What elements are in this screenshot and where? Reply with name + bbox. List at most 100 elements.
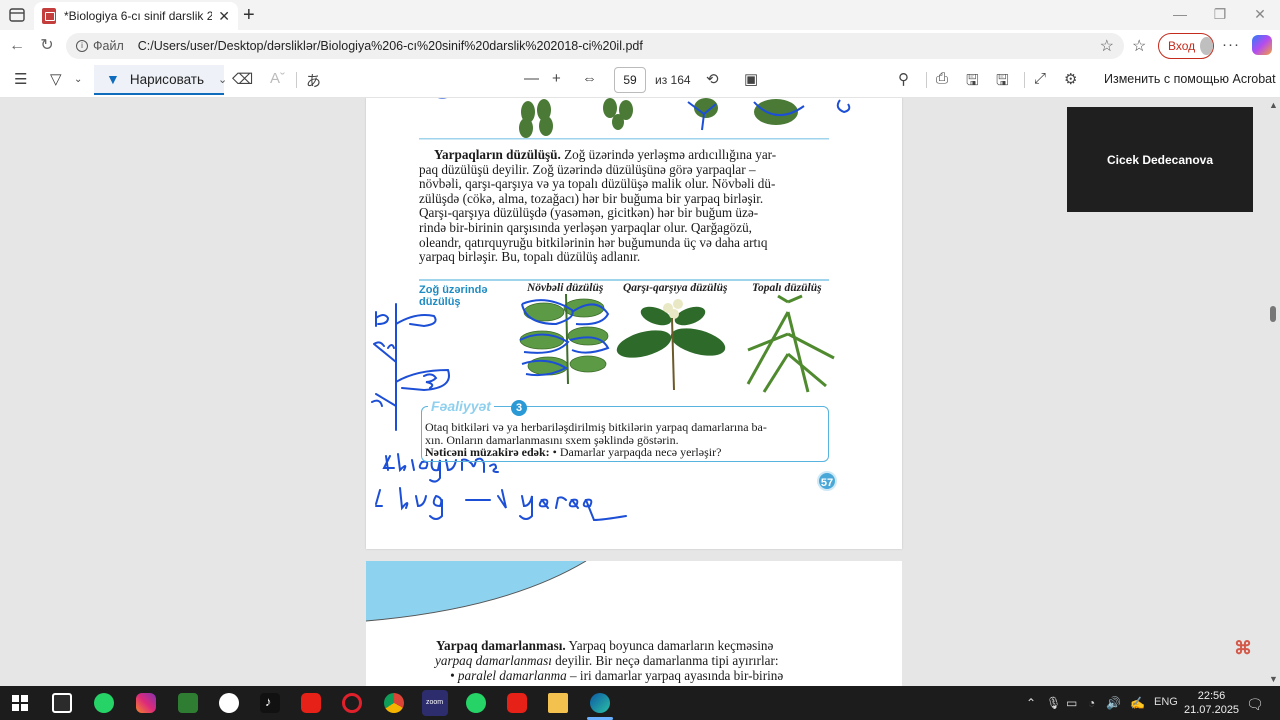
more-options-icon[interactable]: ··· [1222, 36, 1240, 53]
site-info[interactable]: i Файл [76, 39, 124, 53]
scroll-down-icon[interactable]: ▼ [1269, 674, 1278, 684]
camera-app-icon[interactable] [178, 693, 198, 713]
para-line: Qarşı-qarşıya düzülüşdə (yasəmən, gicitk… [419, 205, 759, 221]
copilot-icon[interactable] [1252, 35, 1272, 55]
favorites-icon[interactable]: ☆ [1132, 36, 1146, 56]
wifi-icon[interactable]: ◔ [1088, 696, 1095, 710]
text-icon[interactable]: Aˇ [270, 70, 285, 87]
taskbar: ♪ zoom ⌃ 🎙 ▭ ◔ 🔊 ✍ ENG 22:56 21.07.2025 … [0, 686, 1280, 720]
pen-input-icon[interactable]: ✍ [1130, 696, 1145, 710]
fullscreen-icon[interactable]: ⤢ [1034, 70, 1046, 87]
tray-chevron-icon[interactable]: ⌃ [1026, 696, 1036, 710]
whatsapp-icon[interactable] [94, 693, 114, 713]
url-field[interactable]: i Файл C:/Users/user/Desktop/dərsliklər/… [66, 33, 1124, 59]
search-icon[interactable]: ⚲ [898, 70, 909, 88]
read-aloud-icon[interactable]: あ [306, 70, 321, 91]
close-window-icon[interactable]: ✕ [1240, 0, 1280, 30]
video-participant-tile[interactable]: Cicek Dedecanova [1067, 107, 1253, 212]
divider [296, 72, 297, 88]
opera-icon[interactable] [342, 693, 362, 713]
eraser-icon[interactable]: ⌫ [232, 70, 253, 88]
favorite-star-icon[interactable]: ☆ [1100, 36, 1114, 56]
save-icon[interactable]: 🖫 [966, 70, 979, 95]
clock[interactable]: 22:56 21.07.2025 [1184, 689, 1239, 717]
page2-italic: • paralel damarlanma [450, 668, 567, 683]
acrobat-float-icon[interactable]: ⌘ [1234, 638, 1254, 658]
login-label: Вход [1168, 39, 1196, 53]
print-icon[interactable]: ⎙ [936, 70, 948, 87]
fit-width-icon[interactable]: ⇔ [582, 70, 597, 87]
zoom-in-icon[interactable]: + [552, 70, 561, 87]
url-text: C:/Users/user/Desktop/dərsliklər/Biologi… [137, 39, 643, 53]
para-line: yarpaq birləşir. Bu, topalı düzülüş adla… [419, 249, 641, 265]
page2-text: Yarpaq boyunca damarların keçməsinə [568, 638, 774, 653]
settings-gear-icon[interactable]: ⚙ [1064, 70, 1077, 88]
divider [926, 72, 927, 88]
tab-title: *Biologiya 6-cı sinif darslik 2018-c [64, 9, 213, 23]
page2-line: Yarpaq damarlanması. Yarpaq boyunca dama… [436, 638, 886, 654]
acrobat-edit-button[interactable]: Изменить с помощью Acrobat [1104, 72, 1276, 86]
language-indicator[interactable]: ENG [1154, 696, 1178, 708]
para-line: növbəli, qarşı-qarşıya və ya topalı düzü… [419, 176, 776, 192]
rotate-icon[interactable]: ⟲ [706, 70, 719, 88]
caption-opposite: Qarşı-qarşıya düzülüş [623, 282, 728, 294]
page-view-icon[interactable]: ▣ [744, 70, 758, 88]
battery-icon[interactable]: ▭ [1066, 696, 1077, 710]
contents-icon[interactable]: ☰ [14, 70, 27, 88]
login-button[interactable]: Вход [1158, 33, 1214, 59]
pen-icon: ▼ [106, 71, 120, 87]
windows-start-icon[interactable] [12, 695, 28, 711]
tab-actions-icon[interactable] [8, 6, 26, 24]
scroll-up-icon[interactable]: ▲ [1269, 100, 1278, 110]
tab-active[interactable]: *Biologiya 6-cı sinif darslik 2018-c ✕ [34, 2, 238, 30]
pdf-toolbar: ☰ ▽ ⌄ ▼ Нарисовать ⌄ ⌫ Aˇ あ — + ⇔ 59 из … [0, 62, 1280, 98]
instagram-icon[interactable] [136, 693, 156, 713]
refresh-icon[interactable]: ↻ [36, 35, 58, 57]
site-info-label: Файл [93, 39, 124, 53]
highlight-icon[interactable]: ▽ [50, 70, 62, 88]
activity-number: 3 [511, 400, 527, 416]
zoom-out-icon[interactable]: — [524, 70, 539, 87]
page-number-input[interactable]: 59 [614, 67, 646, 93]
page-count: из 164 [655, 73, 691, 87]
pdf-page: Yarpaqların düzülüşü. Zoğ üzərində yerlə… [366, 98, 902, 549]
activity-text: Otaq bitkiləri və ya herbariləşdirilmiş … [425, 421, 823, 459]
edge-icon[interactable] [590, 693, 610, 713]
whatsapp-business-icon[interactable] [219, 693, 239, 713]
youtube-icon-2[interactable] [507, 693, 527, 713]
para-line: Zoğ üzərində yerləşmə ardıcıllığına yar- [564, 147, 777, 162]
vertical-scrollbar[interactable]: ▲ ▼ [1266, 98, 1280, 686]
microphone-icon[interactable]: 🎙 [1046, 696, 1061, 710]
clock-time: 22:56 [1197, 690, 1226, 702]
caption-whorled: Topalı düzülüş [752, 282, 822, 294]
page2-title: Yarpaq damarlanması. [436, 638, 566, 653]
paragraph-leaf-arrangement: Yarpaqların düzülüşü. Zoğ üzərində yerlə… [419, 147, 829, 163]
save-as-icon[interactable]: 🖫 [996, 70, 1009, 95]
youtube-icon[interactable] [301, 693, 321, 713]
minimize-icon[interactable]: — [1160, 0, 1200, 30]
zoom-app-icon[interactable]: zoom [422, 690, 448, 716]
back-icon[interactable]: ← [6, 35, 28, 57]
pdf-viewer[interactable]: Yarpaqların düzülüşü. Zoğ üzərində yerlə… [0, 98, 1280, 686]
close-tab-icon[interactable]: ✕ [218, 8, 230, 25]
new-tab-icon[interactable]: + [243, 4, 255, 27]
activity-question-label: Nəticəni müzakirə edək: [425, 445, 550, 460]
chevron-down-icon[interactable]: ⌄ [218, 73, 227, 86]
draw-button[interactable]: ▼ Нарисовать ⌄ [94, 65, 227, 95]
security-shield-icon[interactable] [52, 693, 72, 713]
whatsapp-icon-2[interactable] [466, 693, 486, 713]
maximize-icon[interactable]: ❐ [1200, 0, 1240, 30]
scroll-thumb[interactable] [1270, 306, 1276, 322]
chrome-icon[interactable] [384, 693, 404, 713]
notifications-icon[interactable]: 🗨 [1246, 696, 1264, 713]
para-line: zülüşdə (cökə, alma, tozağacı) hər bir b… [419, 190, 764, 206]
para-title: Yarpaqların düzülüşü. [434, 147, 561, 162]
page2-line: yarpaq damarlanması deyilir. Bir neçə da… [435, 653, 885, 669]
volume-icon[interactable]: 🔊 [1106, 696, 1121, 710]
tiktok-icon[interactable]: ♪ [260, 693, 280, 713]
highlight-chevron-icon[interactable]: ⌄ [74, 74, 82, 85]
activity-title: Fəaliyyət [428, 398, 494, 414]
page2-text: deyilir. Bir neçə damarlanma tipi ayırır… [555, 653, 779, 668]
activity-line: Otaq bitkiləri və ya herbariləşdirilmiş … [425, 420, 767, 434]
file-explorer-icon[interactable] [548, 693, 568, 713]
